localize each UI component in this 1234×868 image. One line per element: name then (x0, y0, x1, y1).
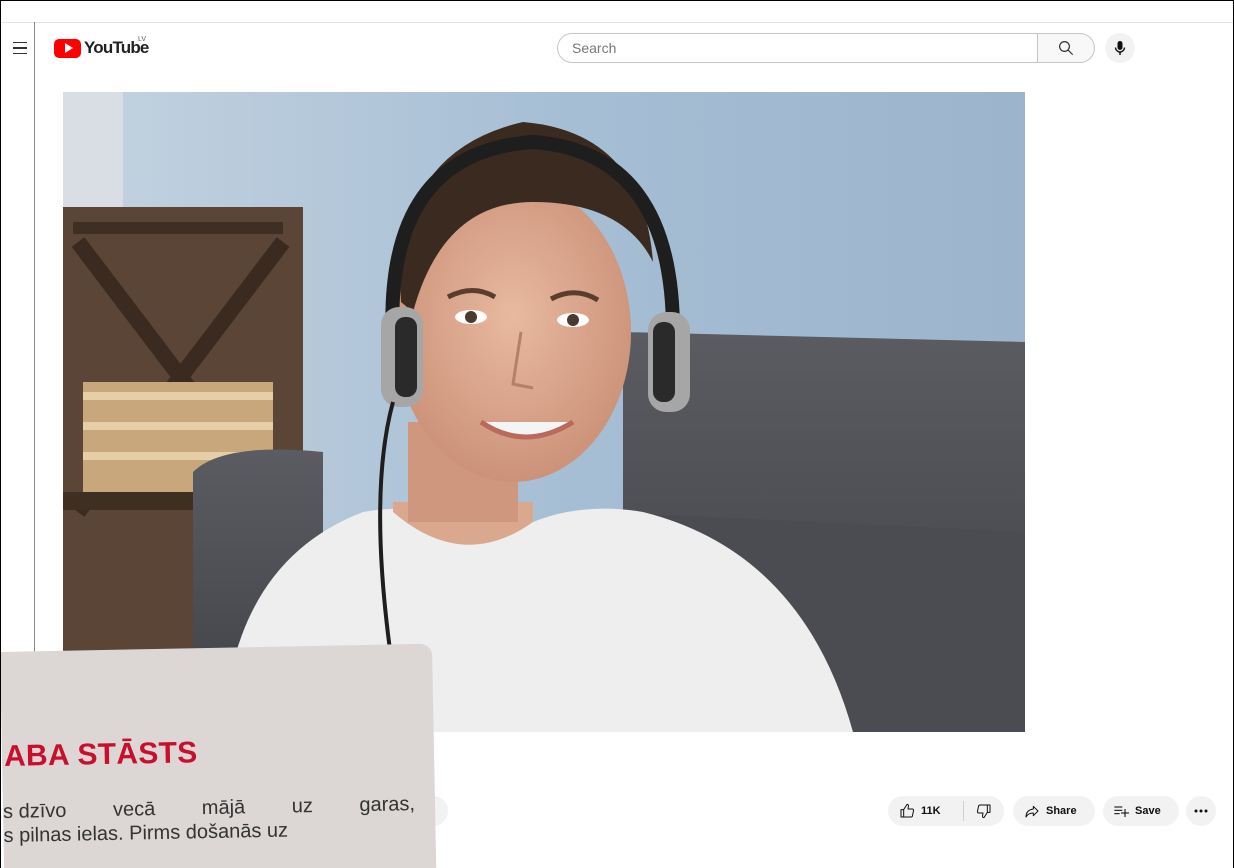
share-label: Share (1046, 805, 1077, 817)
story-line-1-part-1: s dzīvo (2, 799, 67, 823)
like-dislike-group: 11K (888, 796, 1004, 826)
like-button[interactable]: 11K (888, 803, 963, 819)
search-icon (1059, 41, 1073, 55)
story-line-1-part-3: mājā (201, 796, 246, 820)
hamburger-icon[interactable] (8, 36, 32, 60)
youtube-play-icon (54, 38, 81, 58)
story-overlay-card: ABA STĀSTS s dzīvo vecā mājā uz garas, s… (0, 643, 437, 868)
youtube-logo[interactable]: YouTube (54, 37, 149, 59)
more-horizontal-icon (1194, 809, 1208, 813)
share-button[interactable]: Share (1013, 796, 1095, 826)
playlist-add-icon (1114, 806, 1129, 817)
story-line-1-part-5: garas, (359, 793, 416, 817)
story-line-1-part-2: vecā (112, 798, 156, 821)
save-label: Save (1135, 805, 1161, 817)
save-button[interactable]: Save (1103, 796, 1179, 826)
microphone-icon (1114, 41, 1126, 55)
story-title: ABA STĀSTS (3, 736, 198, 773)
country-code: LV (138, 36, 147, 43)
story-line-1-part-4: uz (291, 795, 314, 818)
voice-search-button[interactable] (1105, 33, 1135, 63)
story-text: s dzīvo vecā mājā uz garas, s pilnas iel… (3, 792, 424, 848)
search-button[interactable] (1037, 33, 1095, 63)
thumbs-down-icon (976, 804, 991, 819)
search-input[interactable] (557, 33, 1037, 63)
thumbs-up-icon (900, 803, 915, 818)
browser-top-strip (1, 1, 1233, 23)
like-count: 11K (921, 805, 941, 817)
share-arrow-icon (1025, 805, 1039, 818)
masthead: YouTube LV (0, 23, 1234, 73)
search-box (557, 33, 1095, 63)
video-player[interactable] (63, 92, 1025, 732)
more-actions-button[interactable] (1186, 796, 1216, 826)
video-thumbnail-image (63, 92, 1025, 732)
dislike-button[interactable] (964, 803, 1004, 819)
